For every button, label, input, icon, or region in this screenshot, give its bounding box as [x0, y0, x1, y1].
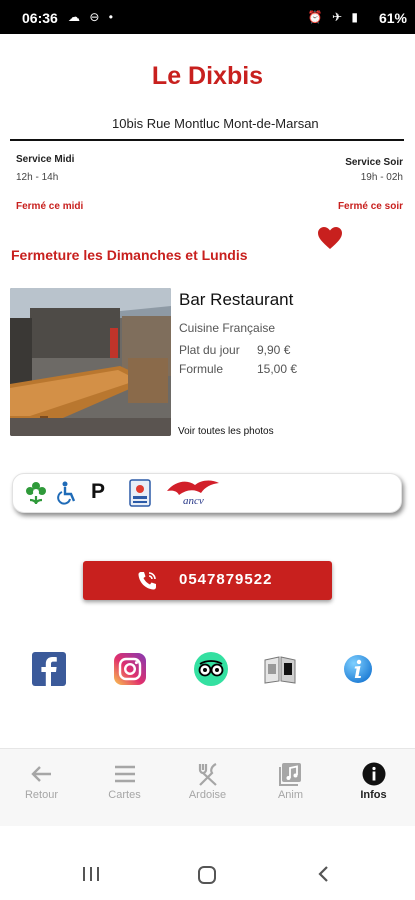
system-status-icons: ⏰ ✈ ▮ [307, 10, 361, 24]
ancv-logo: ancv [165, 477, 221, 509]
nav-label: Retour [24, 789, 59, 801]
service-midi-hours: 12h - 14h [16, 172, 59, 183]
nav-events[interactable]: Anim [249, 749, 332, 827]
nav-label: Ardoise [188, 789, 227, 801]
menu-item-price: 9,90 € [257, 343, 291, 357]
nav-menus[interactable]: Cartes [83, 749, 166, 827]
back-icon[interactable] [316, 865, 330, 883]
phone-number: 0547879522 [179, 571, 273, 588]
see-all-photos-link[interactable]: Voir toutes les photos [178, 426, 274, 437]
instagram-icon[interactable] [114, 653, 146, 685]
restaurant-type: Bar Restaurant [179, 290, 294, 309]
recent-apps-icon[interactable] [81, 865, 101, 883]
service-midi-status: Fermé ce midi [16, 201, 84, 212]
menu-item-price: 15,00 € [257, 362, 298, 376]
nav-info[interactable]: Infos [332, 749, 415, 827]
system-navigation-bar [0, 826, 415, 900]
tourism-flower-icon [26, 482, 46, 504]
parking-icon: P [91, 480, 106, 503]
info-icon[interactable] [343, 654, 373, 684]
cuisine-type: Cuisine Française [179, 321, 276, 335]
wheelchair-icon [57, 481, 76, 505]
service-soir-label: Service Soir [345, 157, 403, 168]
music-note-icon [279, 763, 301, 786]
bottom-navigation: Retour Cartes Ardoise Anim Infos [0, 748, 415, 826]
menu-lines-icon [115, 765, 135, 783]
amenities-bar: P ancv [12, 473, 402, 513]
header-divider [10, 139, 404, 141]
fork-knife-icon [198, 763, 217, 786]
call-button[interactable]: 0547879522 [83, 561, 332, 600]
battery-level: 61% [378, 10, 407, 26]
nav-label: Cartes [108, 789, 141, 801]
closure-notice: Fermeture les Dimanches et Lundis [11, 247, 248, 263]
heart-icon[interactable] [317, 226, 343, 250]
back-arrow-icon [31, 766, 51, 782]
status-bar: 06:36 ☁ ⊖ • ⏰ ✈ ▮ 61% [0, 0, 415, 34]
nav-slate[interactable]: Ardoise [166, 749, 249, 827]
service-soir-status: Fermé ce soir [337, 201, 403, 212]
restaurant-address[interactable]: 10bis Rue Montluc Mont-de-Marsan [112, 116, 319, 131]
service-midi-label: Service Midi [16, 154, 75, 165]
guide-book-icon[interactable] [263, 652, 297, 686]
clock: 06:36 [22, 10, 58, 26]
payment-card-icon [129, 479, 151, 507]
home-icon[interactable] [197, 865, 217, 885]
restaurant-photo[interactable] [10, 288, 171, 436]
nav-label: Anim [277, 789, 304, 801]
tripadvisor-icon[interactable] [194, 652, 228, 686]
info-icon [362, 762, 386, 786]
menu-item-label: Formule [179, 362, 224, 376]
menu-item-label: Plat du jour [179, 343, 240, 357]
restaurant-title: Le Dixbis [151, 62, 264, 90]
phone-call-icon [138, 572, 156, 590]
nav-back[interactable]: Retour [0, 749, 83, 827]
service-soir-hours: 19h - 02h [360, 172, 403, 183]
facebook-icon[interactable] [32, 652, 66, 686]
notification-icons: ☁ ⊖ • [68, 10, 116, 24]
nav-label: Infos [360, 789, 387, 801]
ancv-text: ancv [183, 495, 204, 507]
